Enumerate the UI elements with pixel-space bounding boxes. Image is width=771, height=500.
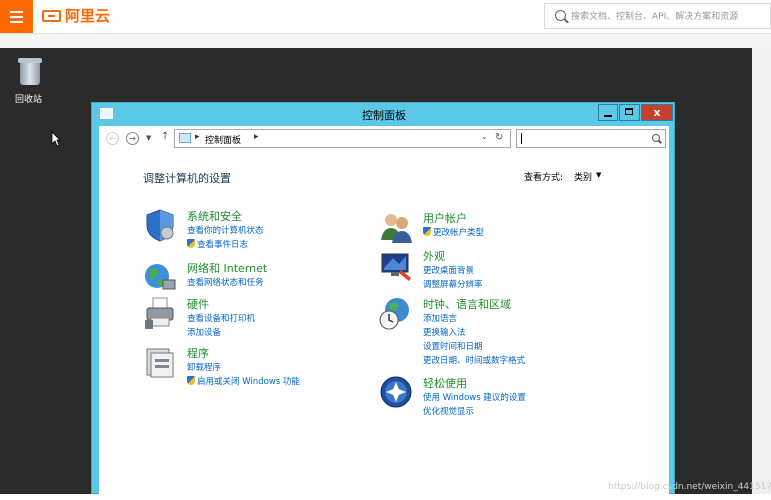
link-text: 启用或关闭 Windows 功能 — [197, 377, 300, 387]
category-title[interactable]: 用户帐户 — [423, 210, 467, 226]
view-by-label: 查看方式: — [524, 173, 564, 183]
hamburger-icon — [10, 11, 23, 13]
category-link[interactable]: 启用或关闭 Windows 功能 — [187, 375, 300, 387]
category-link[interactable]: 调整屏幕分辨率 — [423, 278, 483, 290]
navigation-bar: ← → ▼ ↑ ▸ 控制面板 ▸ ⌄ ↻ — [99, 126, 669, 152]
category-link[interactable]: 卸载程序 — [187, 361, 221, 373]
category-link[interactable]: 查看事件日志 — [187, 238, 248, 250]
printer-icon[interactable] — [143, 296, 177, 330]
appearance-monitor-icon[interactable] — [379, 248, 413, 282]
breadcrumb-separator[interactable]: ▸ — [195, 132, 200, 142]
up-button[interactable]: ↑ — [161, 131, 169, 142]
recent-pages-dropdown[interactable]: ▼ — [146, 134, 151, 142]
search-icon[interactable] — [652, 134, 660, 142]
category-title[interactable]: 网络和 Internet — [187, 260, 267, 276]
minimize-button[interactable] — [598, 104, 618, 121]
category-title[interactable]: 硬件 — [187, 296, 209, 312]
category-title[interactable]: 时钟、语言和区域 — [423, 296, 511, 312]
page-scrollbar[interactable] — [752, 48, 771, 494]
close-button[interactable]: x — [641, 104, 673, 121]
category-title[interactable]: 外观 — [423, 248, 445, 264]
logo-text: 阿里云 — [65, 7, 111, 25]
category-link[interactable]: 更换输入法 — [423, 326, 466, 338]
category-link[interactable]: 更改帐户类型 — [423, 226, 484, 238]
category-title[interactable]: 系统和安全 — [187, 208, 242, 224]
category-link[interactable]: 添加设备 — [187, 326, 221, 338]
users-icon[interactable] — [379, 210, 413, 244]
window-client-area: ← → ▼ ↑ ▸ 控制面板 ▸ ⌄ ↻ 调整计算机的设置 查看方式: 类别 ▼ — [99, 126, 669, 494]
breadcrumb-separator[interactable]: ▸ — [254, 132, 259, 142]
category-link[interactable]: 查看设备和打印机 — [187, 312, 255, 324]
page-heading: 调整计算机的设置 — [143, 172, 231, 185]
view-by-select[interactable]: 类别 — [574, 170, 592, 183]
category-title[interactable]: 轻松使用 — [423, 375, 467, 391]
shield-icon[interactable] — [143, 208, 177, 242]
category-link[interactable]: 添加语言 — [423, 312, 457, 324]
text-caret — [521, 133, 522, 144]
aliyun-logo-icon — [42, 10, 61, 22]
browser-topbar: 阿里云 搜索文档、控制台、API、解决方案和资源 — [0, 0, 771, 34]
address-dropdown-icon[interactable]: ⌄ — [481, 132, 488, 141]
uac-shield-icon — [423, 227, 431, 236]
back-button[interactable]: ← — [106, 132, 119, 145]
category-link[interactable]: 使用 Windows 建议的设置 — [423, 391, 526, 403]
control-panel-window: 控制面板 x ← → ▼ ↑ ▸ 控制面板 ▸ ⌄ ↻ 调整计算机的设置 查看方… — [91, 102, 675, 494]
recycle-bin-body — [20, 63, 40, 85]
breadcrumb-control-panel[interactable]: 控制面板 — [205, 133, 241, 146]
uac-shield-icon — [187, 239, 195, 248]
ease-of-access-icon[interactable] — [379, 375, 413, 409]
page-bottom-strip — [0, 494, 771, 500]
recycle-bin-label[interactable]: 回收站 — [15, 92, 42, 105]
clock-globe-icon[interactable] — [379, 296, 413, 330]
mouse-cursor-icon — [51, 131, 61, 147]
search-placeholder: 搜索文档、控制台、API、解决方案和资源 — [571, 12, 739, 22]
link-text: 查看事件日志 — [197, 240, 249, 250]
hamburger-icon — [10, 16, 23, 18]
category-link[interactable]: 查看网络状态和任务 — [187, 276, 264, 288]
menu-button[interactable] — [0, 0, 33, 33]
uac-shield-icon — [187, 376, 195, 385]
window-title: 控制面板 — [362, 109, 406, 122]
page-gap — [0, 34, 771, 48]
control-panel-icon — [179, 133, 191, 143]
link-text: 更改帐户类型 — [433, 228, 485, 238]
address-bar[interactable]: ▸ 控制面板 ▸ ⌄ ↻ — [174, 129, 511, 148]
watermark: https://blog.csdn.net/weixin_44151723 — [608, 482, 771, 492]
chevron-down-icon[interactable]: ▼ — [596, 171, 601, 179]
network-globe-icon[interactable] — [143, 260, 177, 294]
category-title[interactable]: 程序 — [187, 345, 209, 361]
recycle-bin-icon[interactable] — [18, 58, 42, 86]
maximize-button[interactable] — [619, 104, 640, 121]
refresh-icon[interactable]: ↻ — [495, 132, 503, 143]
aliyun-logo[interactable]: 阿里云 — [42, 7, 110, 25]
site-search-input[interactable]: 搜索文档、控制台、API、解决方案和资源 — [544, 3, 771, 29]
hamburger-icon — [10, 21, 23, 23]
programs-icon[interactable] — [143, 345, 177, 379]
category-link[interactable]: 查看你的计算机状态 — [187, 224, 264, 236]
search-icon — [555, 10, 566, 21]
category-link[interactable]: 优化视觉显示 — [423, 405, 474, 417]
category-link[interactable]: 更改日期、时间或数字格式 — [423, 354, 525, 366]
category-link[interactable]: 设置时间和日期 — [423, 340, 483, 352]
close-icon: x — [653, 106, 661, 119]
control-panel-search-input[interactable] — [516, 129, 666, 148]
forward-button[interactable]: → — [126, 132, 139, 145]
category-link[interactable]: 更改桌面背景 — [423, 264, 474, 276]
